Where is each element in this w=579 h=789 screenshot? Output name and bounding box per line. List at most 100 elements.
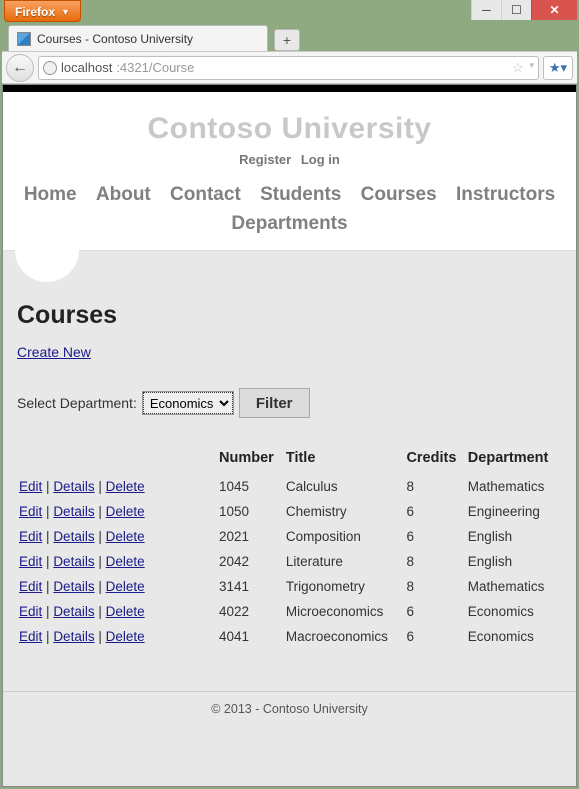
cell-title: Composition [284,524,405,549]
register-link[interactable]: Register [239,152,291,167]
cell-department: Economics [466,599,562,624]
details-link[interactable]: Details [53,579,94,594]
delete-link[interactable]: Delete [106,504,145,519]
nav-about[interactable]: About [96,184,151,205]
course-table: Number Title Credits Department Edit | D… [17,446,562,649]
top-black-bar [3,85,576,92]
cell-department: English [466,524,562,549]
cell-title: Trigonometry [284,574,405,599]
cell-number: 1050 [217,499,284,524]
footer-text: © 2013 - Contoso University [211,702,368,716]
delete-link[interactable]: Delete [106,629,145,644]
table-row: Edit | Details | Delete1050Chemistry6Eng… [17,499,562,524]
tab-bar: Courses - Contoso University + [2,23,577,51]
edit-link[interactable]: Edit [19,579,42,594]
cell-title: Macroeconomics [284,624,405,649]
table-row: Edit | Details | Delete4022Microeconomic… [17,599,562,624]
bookmarks-button[interactable]: ★▾ [543,56,573,80]
details-link[interactable]: Details [53,629,94,644]
cell-department: Mathematics [466,574,562,599]
login-link[interactable]: Log in [301,152,340,167]
nav-students[interactable]: Students [260,184,341,205]
row-actions: Edit | Details | Delete [17,549,217,574]
cell-department: Mathematics [466,474,562,499]
close-button[interactable] [531,0,577,20]
nav-departments[interactable]: Departments [231,213,347,234]
cell-title: Literature [284,549,405,574]
browser-tab-active[interactable]: Courses - Contoso University [8,25,268,51]
minimize-button[interactable] [471,0,501,20]
cell-number: 2021 [217,524,284,549]
firefox-label: Firefox [15,5,55,19]
cell-credits: 6 [404,499,465,524]
details-link[interactable]: Details [53,604,94,619]
site-footer: © 2013 - Contoso University [3,691,576,716]
firefox-menu-button[interactable]: Firefox ▼ [4,0,81,22]
cell-credits: 6 [404,624,465,649]
row-actions: Edit | Details | Delete [17,574,217,599]
table-row: Edit | Details | Delete2021Composition6E… [17,524,562,549]
delete-link[interactable]: Delete [106,554,145,569]
filter-row: Select Department: Economics Filter [17,388,562,418]
back-button[interactable]: ← [6,54,34,82]
cell-number: 1045 [217,474,284,499]
favicon-icon [17,32,31,46]
edit-link[interactable]: Edit [19,479,42,494]
url-bar[interactable]: localhost :4321/Course ☆ ▾ [38,56,539,80]
nav-instructors[interactable]: Instructors [456,184,555,205]
edit-link[interactable]: Edit [19,604,42,619]
nav-contact[interactable]: Contact [170,184,241,205]
cell-number: 3141 [217,574,284,599]
cell-credits: 6 [404,599,465,624]
nav-courses[interactable]: Courses [361,184,437,205]
details-link[interactable]: Details [53,504,94,519]
globe-icon [43,61,57,75]
dropdown-icon[interactable]: ▾ [529,60,534,76]
cell-number: 4041 [217,624,284,649]
cell-title: Chemistry [284,499,405,524]
department-select[interactable]: Economics [143,392,233,414]
tab-title: Courses - Contoso University [37,32,193,46]
select-department-label: Select Department: [17,395,137,411]
delete-link[interactable]: Delete [106,579,145,594]
edit-link[interactable]: Edit [19,504,42,519]
maximize-button[interactable] [501,0,531,20]
feed-icon[interactable]: ☆ [512,60,524,76]
row-actions: Edit | Details | Delete [17,524,217,549]
details-link[interactable]: Details [53,479,94,494]
details-link[interactable]: Details [53,529,94,544]
cell-department: Engineering [466,499,562,524]
row-actions: Edit | Details | Delete [17,474,217,499]
page-content: Contoso University Register Log in Home … [2,84,577,787]
main-nav: Home About Contact Students Courses Inst… [13,181,566,238]
edit-link[interactable]: Edit [19,529,42,544]
filter-button[interactable]: Filter [239,388,310,418]
delete-link[interactable]: Delete [106,479,145,494]
delete-link[interactable]: Delete [106,604,145,619]
url-host: localhost [61,60,112,75]
cell-number: 2042 [217,549,284,574]
delete-link[interactable]: Delete [106,529,145,544]
details-link[interactable]: Details [53,554,94,569]
edit-link[interactable]: Edit [19,629,42,644]
row-actions: Edit | Details | Delete [17,599,217,624]
cell-credits: 8 [404,474,465,499]
nav-home[interactable]: Home [24,184,77,205]
col-title: Title [284,446,405,474]
page-title: Courses [17,301,562,330]
cell-credits: 8 [404,549,465,574]
cell-credits: 6 [404,524,465,549]
table-header-row: Number Title Credits Department [17,446,562,474]
col-credits: Credits [404,446,465,474]
row-actions: Edit | Details | Delete [17,499,217,524]
cell-title: Microeconomics [284,599,405,624]
create-new-link[interactable]: Create New [17,344,91,360]
cell-department: English [466,549,562,574]
new-tab-button[interactable]: + [274,29,300,51]
cell-credits: 8 [404,574,465,599]
table-row: Edit | Details | Delete2042Literature8En… [17,549,562,574]
url-path: :4321/Course [116,60,194,75]
cell-title: Calculus [284,474,405,499]
edit-link[interactable]: Edit [19,554,42,569]
chevron-down-icon: ▼ [61,7,70,17]
